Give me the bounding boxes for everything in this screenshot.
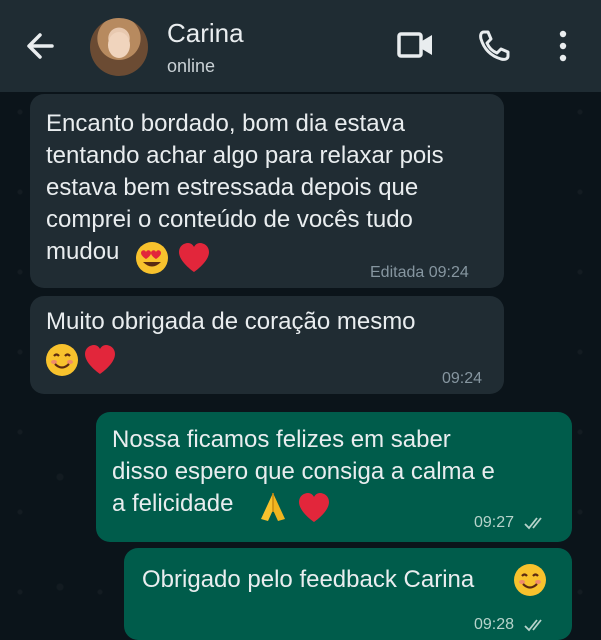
message-text: Nossa ficamos felizes em saber disso esp… <box>112 426 495 517</box>
smiling-face-emoji <box>44 342 80 383</box>
message-meta: 09:24 <box>442 370 482 388</box>
video-call-icon[interactable] <box>396 28 436 62</box>
avatar[interactable] <box>90 18 148 76</box>
message-bubble-outgoing[interactable]: Nossa ficamos felizes em saber disso esp… <box>96 412 572 542</box>
phone-call-icon[interactable] <box>476 28 512 64</box>
message-text: Obrigado pelo feedback Carina <box>142 566 475 593</box>
edited-label: Editada <box>370 264 425 281</box>
red-heart-emoji <box>82 342 118 383</box>
red-heart-emoji <box>176 240 212 281</box>
message-meta: 09:27 <box>474 514 549 532</box>
message-meta: 09:28 <box>474 616 549 634</box>
message-text: Muito obrigada de coração mesmo <box>46 308 416 335</box>
heart-eyes-emoji <box>134 240 170 281</box>
message-bubble-incoming[interactable]: Muito obrigada de coração mesmo 09:24 <box>30 296 504 394</box>
chat-header: Carina online <box>0 0 601 92</box>
smiling-face-emoji <box>512 562 548 603</box>
message-bubble-incoming[interactable]: Encanto bordado, bom dia estava tentando… <box>30 94 504 288</box>
folded-hands-emoji <box>256 490 290 529</box>
double-check-icon <box>523 517 542 530</box>
message-bubble-outgoing[interactable]: Obrigado pelo feedback Carina 09:28 <box>124 548 572 640</box>
contact-status: online <box>167 56 216 76</box>
back-arrow-icon[interactable] <box>22 26 58 66</box>
double-check-icon <box>523 619 542 632</box>
message-time: 09:27 <box>474 514 515 531</box>
contact-name[interactable]: Carina <box>167 18 244 49</box>
message-time: 09:24 <box>428 264 469 281</box>
red-heart-emoji <box>296 490 332 531</box>
message-time: 09:24 <box>442 370 483 387</box>
message-time: 09:28 <box>474 616 515 633</box>
message-meta: Editada 09:24 <box>370 264 469 282</box>
message-text: Encanto bordado, bom dia estava tentando… <box>46 110 444 265</box>
more-options-icon[interactable] <box>552 28 574 64</box>
